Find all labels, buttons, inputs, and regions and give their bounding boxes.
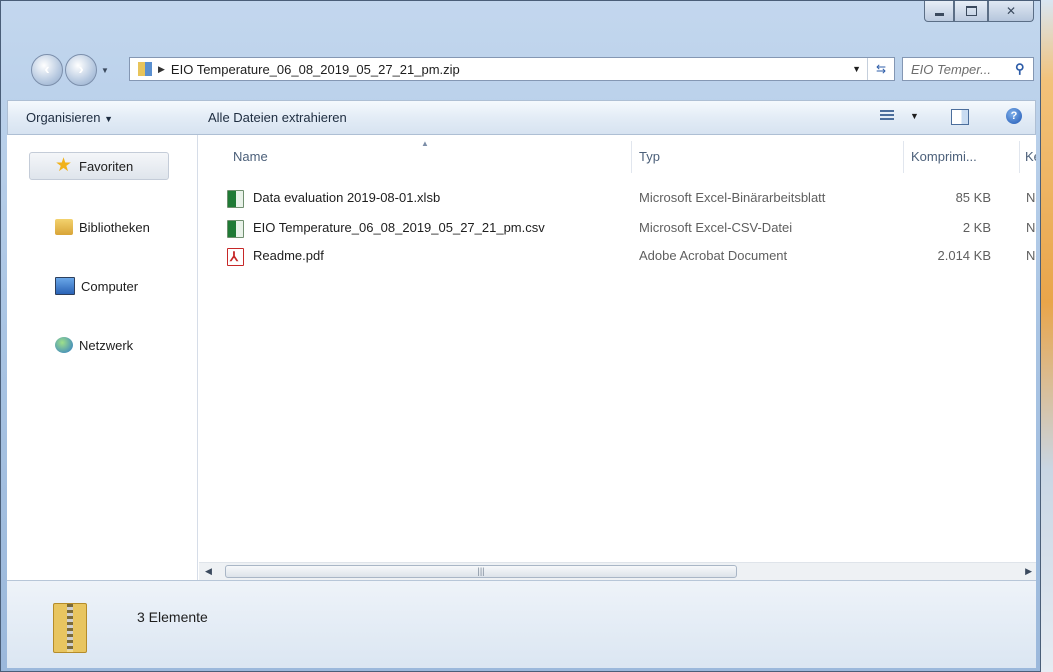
search-input[interactable]: EIO Temper...: [903, 62, 1015, 77]
address-bar[interactable]: ▶ EIO Temperature_06_08_2019_05_27_21_pm…: [129, 57, 895, 81]
column-divider[interactable]: [903, 141, 904, 173]
command-bar: Organisieren ▼ Alle Dateien extrahieren …: [7, 100, 1036, 135]
grip-icon: |||: [477, 566, 485, 576]
table-row[interactable]: Data evaluation 2019-08-01.xlsb Microsof…: [199, 187, 1036, 209]
refresh-icon: ⇆: [875, 62, 887, 76]
caption-buttons: ✕: [924, 1, 1034, 23]
maximize-icon: [965, 6, 977, 16]
address-row: ‹ › ▼ ▶ EIO Temperature_06_08_2019_05_27…: [1, 51, 1040, 89]
file-size: 2 KB: [962, 220, 991, 235]
file-name: Readme.pdf: [253, 248, 324, 263]
zip-folder-icon: [53, 603, 87, 653]
nav-item-network[interactable]: Netzwerk: [7, 333, 198, 357]
file-protected: Nei: [1026, 190, 1036, 205]
acrobat-mark-icon: ⅄: [230, 249, 238, 264]
forward-arrow-icon: ›: [78, 61, 84, 78]
column-header-row: ▲ Name Typ Komprimi... Ken: [199, 135, 1036, 175]
close-icon: ✕: [1005, 4, 1017, 18]
computer-icon: [55, 277, 75, 295]
recent-pages-dropdown[interactable]: ▼: [101, 66, 109, 75]
zip-folder-icon: [138, 62, 152, 76]
nav-label-network: Netzwerk: [79, 337, 134, 353]
extract-all-button[interactable]: Alle Dateien extrahieren: [208, 110, 347, 125]
search-box[interactable]: EIO Temper... ⚲: [902, 57, 1034, 81]
column-header-type[interactable]: Typ: [639, 149, 660, 164]
address-path[interactable]: EIO Temperature_06_08_2019_05_27_21_pm.z…: [171, 62, 852, 77]
back-button[interactable]: ‹: [31, 54, 63, 86]
item-count: 3 Elemente: [137, 609, 208, 625]
address-dropdown-icon[interactable]: ▼: [852, 64, 861, 74]
zipper-icon: [67, 604, 73, 650]
column-divider[interactable]: [1019, 141, 1020, 173]
change-view-icon[interactable]: [880, 110, 894, 122]
organize-menu[interactable]: Organisieren ▼: [26, 110, 113, 125]
forward-button[interactable]: ›: [65, 54, 97, 86]
file-name: EIO Temperature_06_08_2019_05_27_21_pm.c…: [253, 220, 545, 235]
pdf-icon: ⅄: [227, 248, 244, 266]
file-type: Microsoft Excel-Binärarbeitsblatt: [639, 190, 826, 205]
refresh-button[interactable]: ⇆: [867, 58, 894, 80]
navigation-buttons: ‹ › ▼: [31, 54, 109, 86]
nav-label-computer: Computer: [81, 278, 139, 294]
library-icon: [55, 219, 73, 235]
sort-ascending-icon: ▲: [421, 139, 429, 148]
help-icon[interactable]: ?: [1006, 108, 1022, 124]
minimize-button[interactable]: [924, 1, 954, 22]
column-divider[interactable]: [631, 141, 632, 173]
column-header-compressed-size[interactable]: Komprimi...: [911, 149, 977, 164]
file-type: Adobe Acrobat Document: [639, 248, 788, 263]
maximize-button[interactable]: [954, 1, 988, 22]
excel-icon: [227, 190, 244, 208]
scrollbar-thumb[interactable]: |||: [225, 565, 737, 578]
file-protected: Nei: [1026, 220, 1036, 235]
file-size: 2.014 KB: [937, 248, 992, 263]
nav-label-favorites: Favoriten: [79, 158, 134, 174]
file-list: ▲ Name Typ Komprimi... Ken Data evaluati…: [199, 135, 1036, 580]
main-area: ★ Favoriten Bibliotheken Computer Netzwe…: [7, 135, 1036, 580]
search-icon[interactable]: ⚲: [1015, 61, 1033, 77]
file-size: 85 KB: [955, 190, 991, 205]
breadcrumb-chevron-icon[interactable]: ▶: [158, 64, 165, 75]
file-type: Microsoft Excel-CSV-Datei: [639, 220, 793, 235]
view-options-dropdown-icon[interactable]: ▼: [910, 111, 919, 121]
details-pane: 3 Elemente: [7, 580, 1036, 668]
column-header-protected[interactable]: Ken: [1025, 149, 1036, 164]
nav-item-computer[interactable]: Computer: [7, 274, 198, 298]
close-button[interactable]: ✕: [988, 1, 1034, 22]
nav-item-favorites[interactable]: ★ Favoriten: [7, 154, 198, 178]
table-row[interactable]: EIO Temperature_06_08_2019_05_27_21_pm.c…: [199, 217, 1036, 239]
nav-label-libraries: Bibliotheken: [79, 219, 150, 235]
network-icon: [55, 337, 73, 353]
organize-label: Organisieren: [26, 110, 101, 125]
star-icon: ★: [55, 155, 73, 176]
scroll-left-icon[interactable]: ◀: [205, 566, 212, 577]
desktop-background: [1039, 0, 1053, 672]
horizontal-scrollbar[interactable]: ◀ ||| ▶: [199, 562, 1036, 580]
table-row[interactable]: ⅄ Readme.pdf Adobe Acrobat Document 2.01…: [199, 245, 1036, 267]
column-header-name[interactable]: Name: [233, 149, 268, 164]
navigation-pane: ★ Favoriten Bibliotheken Computer Netzwe…: [7, 135, 198, 580]
explorer-window: ✕ ‹ › ▼ ▶ EIO Temperature_06_08_2019_05_…: [0, 0, 1041, 672]
preview-pane-icon[interactable]: [951, 109, 969, 125]
back-arrow-icon: ‹: [44, 61, 50, 78]
minimize-icon: [934, 12, 944, 16]
chevron-down-icon: ▼: [104, 114, 113, 124]
scroll-right-icon[interactable]: ▶: [1025, 566, 1032, 577]
excel-icon: [227, 220, 244, 238]
file-protected: Nei: [1026, 248, 1036, 263]
file-name: Data evaluation 2019-08-01.xlsb: [253, 190, 441, 205]
nav-item-libraries[interactable]: Bibliotheken: [7, 215, 198, 239]
